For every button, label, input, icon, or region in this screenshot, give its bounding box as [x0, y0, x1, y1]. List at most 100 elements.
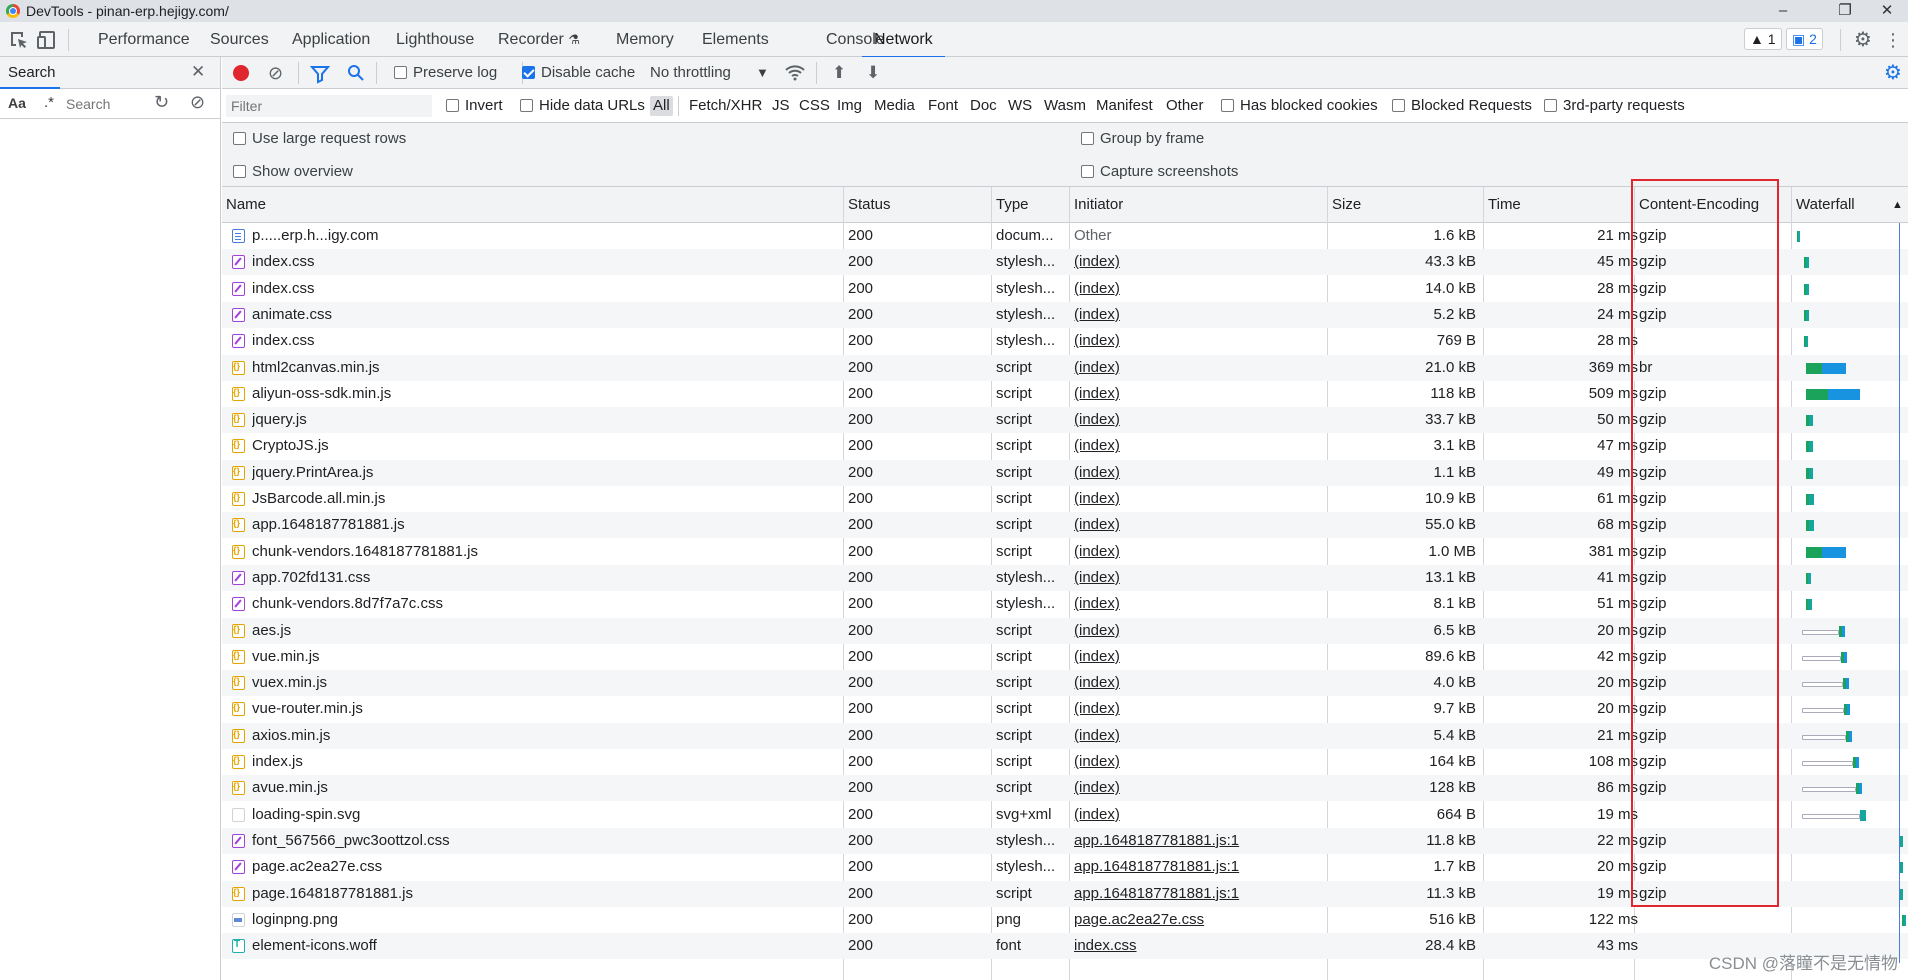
waterfall-bar[interactable] — [1902, 914, 1906, 926]
gear-icon[interactable]: ⚙ — [1852, 29, 1874, 51]
checkbox-box[interactable] — [1544, 99, 1557, 112]
waterfall-bar[interactable] — [1804, 309, 1809, 321]
minimize-icon[interactable]: – — [1768, 1, 1798, 21]
waterfall-bar-queued[interactable] — [1802, 655, 1841, 661]
checkbox-box[interactable] — [394, 66, 407, 79]
search-icon[interactable] — [346, 57, 366, 89]
table-row[interactable]: axios.min.js 200 script (index) 5.4 kB 21 msg… — [222, 722, 1908, 749]
network-conditions-icon[interactable] — [784, 57, 806, 89]
request-initiator[interactable]: (index) — [1074, 644, 1314, 670]
waterfall-bar[interactable] — [1843, 678, 1849, 690]
refresh-icon[interactable]: ↻ — [154, 92, 169, 113]
export-har-icon[interactable]: ⬇ — [866, 57, 880, 89]
waterfall-bar[interactable] — [1853, 757, 1859, 768]
table-row[interactable]: animate.css 200 stylesh... (index) 5.2 kB 24 … — [222, 301, 1908, 328]
chevron-down-icon[interactable]: ▼ — [756, 57, 769, 89]
column-header-status[interactable]: Status — [844, 187, 891, 223]
table-row[interactable]: vue-router.min.js 200 script (index) 9.7 kB 2… — [222, 696, 1908, 722]
type-filter-css[interactable]: CSS — [796, 96, 833, 116]
request-initiator[interactable]: (index) — [1074, 775, 1314, 801]
waterfall-bar[interactable] — [1804, 336, 1808, 348]
tab-memory[interactable]: Memory — [614, 22, 676, 57]
more-options-icon[interactable]: ⋮ — [1882, 29, 1904, 51]
waterfall-bar-download[interactable] — [1822, 546, 1846, 558]
type-filter-doc[interactable]: Doc — [967, 96, 1000, 116]
table-row[interactable]: loginpng.png 200 png page.ac2ea27e.css 516 k… — [222, 907, 1908, 933]
waterfall-bar-queued[interactable] — [1802, 734, 1846, 740]
request-initiator[interactable]: (index) — [1074, 355, 1314, 381]
request-initiator[interactable]: (index) — [1074, 302, 1314, 328]
table-row[interactable]: element-icons.woff 200 font index.css 28.4 k… — [222, 933, 1908, 960]
waterfall-bar[interactable] — [1844, 704, 1850, 716]
disable-cache-checkbox[interactable]: Disable cache — [522, 57, 635, 89]
request-initiator[interactable]: (index) — [1074, 618, 1314, 644]
checkbox-box[interactable] — [520, 99, 533, 112]
table-row[interactable]: jquery.PrintArea.js 200 script (index) 1.1 k… — [222, 459, 1908, 486]
table-row[interactable]: chunk-vendors.8d7f7a7c.css 200 stylesh... (… — [222, 591, 1908, 617]
close-window-icon[interactable]: ✕ — [1872, 1, 1902, 21]
waterfall-bar[interactable] — [1846, 730, 1852, 742]
waterfall-bar[interactable] — [1804, 283, 1809, 295]
table-row[interactable]: aes.js 200 script (index) 6.5 kB 20 msgzip — [222, 617, 1908, 644]
request-initiator[interactable]: app.1648187781881.js:1 — [1074, 881, 1314, 907]
type-filter-manifest[interactable]: Manifest — [1093, 96, 1156, 116]
waterfall-bar-queued[interactable] — [1802, 708, 1844, 714]
request-initiator[interactable]: page.ac2ea27e.css — [1074, 907, 1314, 933]
type-filter-other[interactable]: Other — [1163, 96, 1207, 116]
tab-network[interactable]: Network — [862, 22, 945, 58]
request-initiator[interactable]: (index) — [1074, 460, 1314, 486]
invert-checkbox[interactable]: Invert — [446, 89, 503, 123]
checkbox-box[interactable] — [233, 132, 246, 145]
record-icon[interactable] — [233, 65, 249, 81]
request-initiator[interactable]: (index) — [1074, 249, 1314, 275]
messages-badge[interactable]: ▣ 2 — [1786, 28, 1823, 50]
request-initiator[interactable]: (index) — [1074, 723, 1314, 749]
table-row[interactable]: vue.min.js 200 script (index) 89.6 kB 42 msgz… — [222, 644, 1908, 670]
request-initiator[interactable]: (index) — [1074, 591, 1314, 617]
checkbox-box[interactable] — [1081, 165, 1094, 178]
clear-log-icon[interactable]: ⊘ — [268, 57, 283, 89]
waterfall-bar[interactable] — [1841, 651, 1847, 663]
table-row[interactable]: page.1648187781881.js 200 script app.164818… — [222, 880, 1908, 907]
waterfall-bar-queued[interactable] — [1802, 787, 1856, 793]
throttling-select[interactable]: No throttling — [650, 57, 731, 89]
waterfall-bar-queued[interactable] — [1802, 682, 1843, 688]
column-header-content-encoding[interactable]: Content-Encoding — [1635, 187, 1759, 223]
tab-elements[interactable]: Elements — [700, 22, 771, 57]
table-row[interactable]: app.1648187781881.js 200 script (index) 55.0… — [222, 512, 1908, 539]
warnings-badge[interactable]: ▲ 1 — [1744, 28, 1782, 50]
waterfall-bar-waiting[interactable] — [1806, 546, 1822, 558]
table-row[interactable]: index.css 200 stylesh... (index) 43.3 kB 45 m… — [222, 249, 1908, 276]
column-header-waterfall[interactable]: Waterfall — [1792, 187, 1855, 223]
checkbox-box[interactable] — [1081, 132, 1094, 145]
table-row[interactable]: font_567566_pwc3oottzol.css 200 stylesh...… — [222, 827, 1908, 854]
waterfall-bar[interactable] — [1839, 625, 1845, 637]
waterfall-bar[interactable] — [1804, 257, 1809, 269]
type-filter-js[interactable]: JS — [769, 96, 793, 116]
table-row[interactable]: aliyun-oss-sdk.min.js 200 script (index) 118… — [222, 381, 1908, 407]
column-header-name[interactable]: Name — [222, 187, 266, 223]
preserve-log-checkbox[interactable]: Preserve log — [394, 57, 497, 89]
request-initiator[interactable]: (index) — [1074, 802, 1314, 828]
tab-performance[interactable]: Performance — [96, 22, 192, 57]
request-initiator[interactable]: (index) — [1074, 696, 1314, 722]
waterfall-bar[interactable] — [1860, 809, 1866, 821]
network-settings-gear-icon[interactable]: ⚙ — [1884, 57, 1902, 89]
tab-recorder[interactable]: Recorder ⚗ — [496, 22, 582, 57]
waterfall-bar[interactable] — [1806, 520, 1814, 532]
checkbox-box[interactable] — [522, 66, 535, 79]
column-header-type[interactable]: Type — [992, 187, 1029, 223]
waterfall-bar[interactable] — [1806, 494, 1814, 505]
large-rows-checkbox[interactable]: Use large request rows — [233, 130, 406, 147]
table-row[interactable]: index.css 200 stylesh... (index) 14.0 kB 28 m… — [222, 276, 1908, 302]
blocked-requests-checkbox[interactable]: Blocked Requests — [1392, 89, 1532, 123]
waterfall-bar-waiting[interactable] — [1806, 362, 1822, 374]
waterfall-bar-waiting[interactable] — [1806, 388, 1828, 400]
device-toolbar-icon[interactable] — [36, 29, 58, 51]
close-icon[interactable]: ✕ — [191, 62, 205, 82]
table-row[interactable]: avue.min.js 200 script (index) 128 kB 86 msgz… — [222, 775, 1908, 802]
column-header-size[interactable]: Size — [1328, 187, 1361, 223]
waterfall-bar-download[interactable] — [1822, 362, 1846, 374]
request-initiator[interactable]: (index) — [1074, 539, 1314, 565]
table-row[interactable]: loading-spin.svg 200 svg+xml (index) 664 B 19… — [222, 802, 1908, 828]
